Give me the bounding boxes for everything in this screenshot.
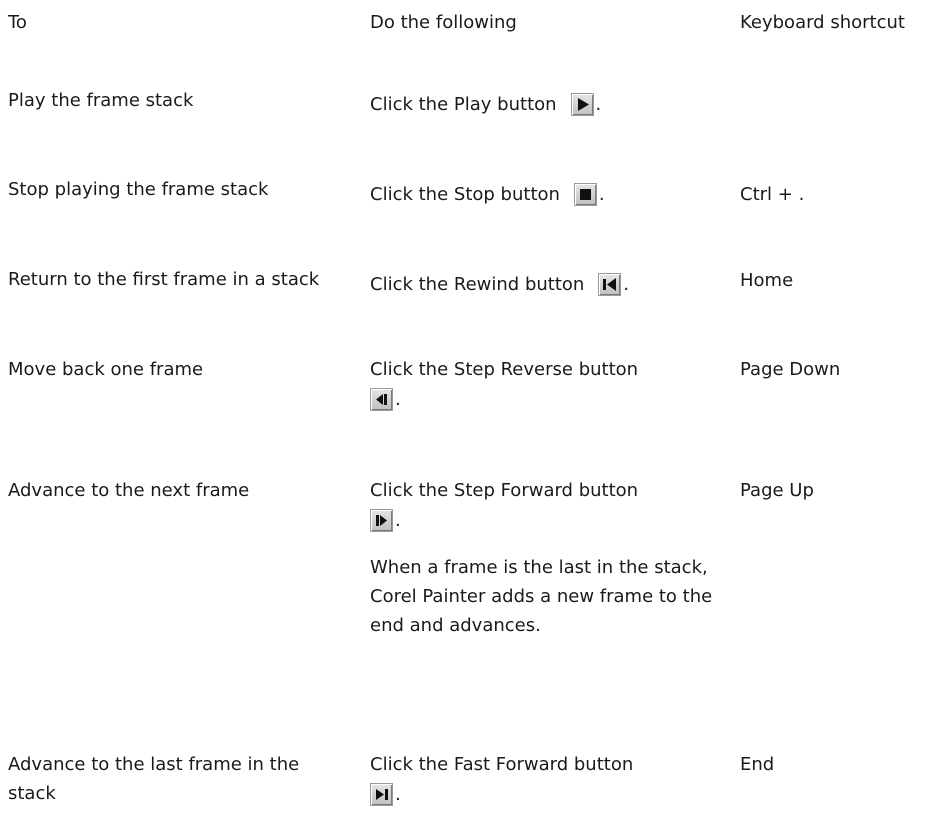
header-keyboard-shortcut: Keyboard shortcut (740, 12, 905, 33)
row-rewind-to: Return to the first frame in a stack (8, 269, 320, 290)
rewind-icon (598, 273, 622, 296)
row-step-reverse-shortcut: Page Down (740, 359, 841, 380)
row-fast-forward-shortcut: End (740, 754, 775, 775)
step-forward-icon (370, 509, 393, 532)
row-step-forward-instruction: Click the Step Forward button . When a f… (370, 476, 725, 640)
step-forward-note: When a frame is the last in the stack, C… (370, 557, 713, 636)
fast-forward-icon (370, 783, 393, 806)
stop-icon (573, 183, 597, 206)
row-step-forward-to: Advance to the next frame (8, 480, 250, 501)
play-icon (570, 93, 594, 116)
row-play-instruction: Click the Play button. (370, 93, 602, 116)
step-reverse-icon (370, 388, 393, 411)
row-step-forward-shortcut: Page Up (740, 480, 814, 501)
header-do-the-following: Do the following (370, 12, 517, 33)
row-fast-forward-to: Advance to the last frame in the stack (8, 754, 300, 804)
row-rewind-shortcut: Home (740, 270, 794, 291)
row-step-reverse-to: Move back one frame (8, 359, 204, 380)
row-stop-instruction: Click the Stop button. (370, 183, 605, 206)
row-play-to: Play the frame stack (8, 90, 194, 111)
header-to: To (8, 12, 27, 33)
row-rewind-instruction: Click the Rewind button. (370, 273, 630, 296)
row-stop-shortcut: Ctrl + . (740, 184, 805, 205)
row-stop-to: Stop playing the frame stack (8, 179, 269, 200)
row-step-reverse-instruction: Click the Step Reverse button . (370, 359, 639, 411)
row-fast-forward-instruction: Click the Fast Forward button . (370, 754, 634, 806)
